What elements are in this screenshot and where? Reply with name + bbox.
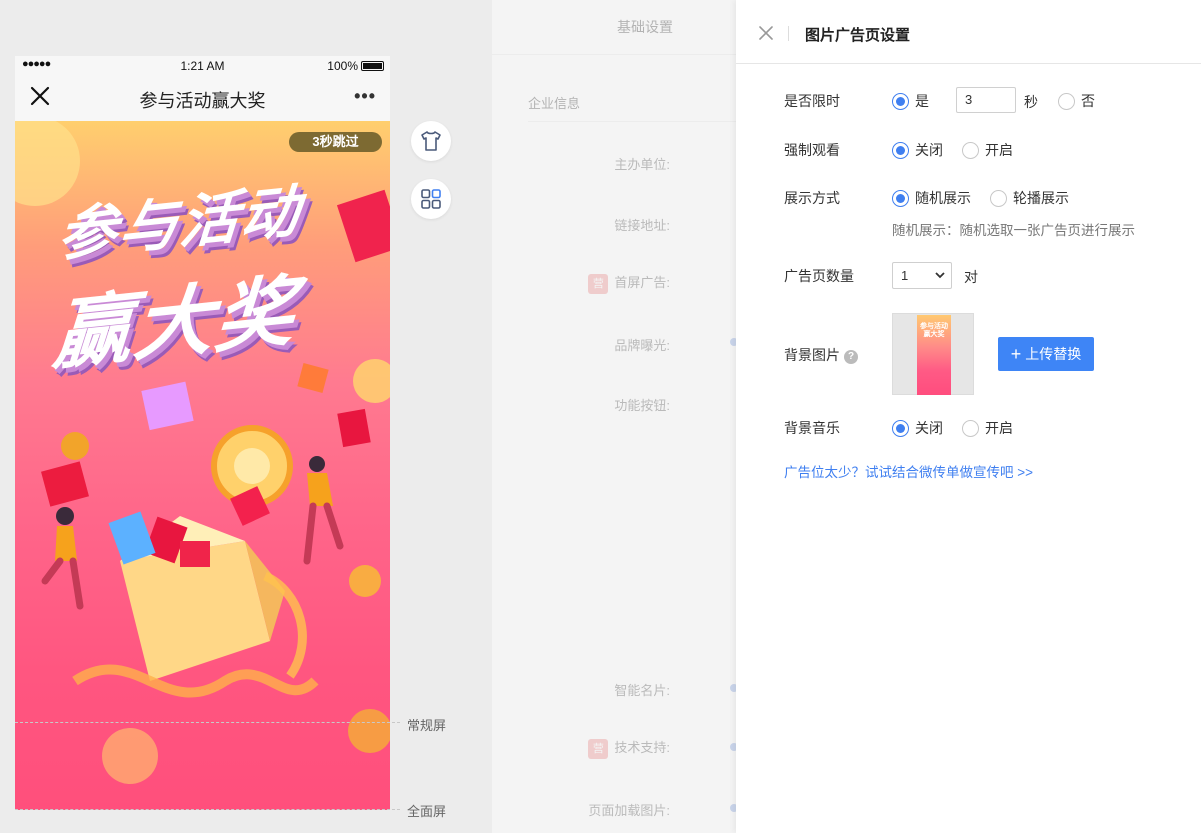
display-random-radio[interactable]: 随机展示 <box>892 188 971 208</box>
form-row-organizer: 主办单位: <box>614 157 670 172</box>
background-thumbnail[interactable]: 参与活动 赢大奖 <box>892 313 974 395</box>
time-limit-yes-radio[interactable]: 是 <box>892 91 929 111</box>
phone-nav-bar: 参与活动赢大奖 ••• <box>15 76 390 121</box>
force-view-off-radio[interactable]: 关闭 <box>892 140 943 160</box>
components-button[interactable] <box>411 179 451 219</box>
form-row-smart-card: 智能名片: <box>614 683 670 698</box>
panel-title: 图片广告页设置 <box>805 27 911 44</box>
plus-icon: + <box>1010 344 1022 364</box>
time-limit-no-radio[interactable]: 否 <box>1058 91 1095 111</box>
header-divider <box>788 26 789 41</box>
chevron-down-icon <box>935 272 945 279</box>
image-ad-settings-panel: 图片广告页设置 是否限时 是 3 秒 否 强制观看 关闭 开启 展示方式 随机展… <box>736 0 1201 833</box>
ad-count-unit: 对 <box>964 269 978 285</box>
help-icon[interactable]: ? <box>844 350 858 364</box>
more-icon[interactable]: ••• <box>354 86 376 107</box>
seconds-input[interactable]: 3 <box>956 87 1016 113</box>
radio-unchecked-icon <box>990 189 1007 207</box>
background-image-label: 背景图片? <box>784 345 858 365</box>
phone-page-title: 参与活动赢大奖 <box>139 91 266 111</box>
ad-count-select[interactable]: 1 <box>892 262 952 289</box>
radio-unchecked-icon <box>962 141 979 159</box>
close-icon[interactable] <box>758 25 774 41</box>
section-company-info: 企业信息 <box>528 96 581 111</box>
battery-icon <box>361 61 384 71</box>
battery-percent: 100% <box>327 59 358 73</box>
theme-button[interactable] <box>411 121 451 161</box>
background-music-label: 背景音乐 <box>784 420 840 436</box>
force-view-label: 强制观看 <box>784 142 840 158</box>
force-view-on-radio[interactable]: 开启 <box>962 140 1013 160</box>
time-limit-label: 是否限时 <box>784 93 840 109</box>
thumbnail-text: 参与活动 赢大奖 <box>920 323 948 338</box>
vip-badge: 营 <box>588 738 609 759</box>
full-screen-guide <box>15 809 400 810</box>
display-mode-hint: 随机展示：随机选取一张广告页进行展示 <box>892 223 1135 238</box>
form-row-loading-image: 页面加载图片: <box>588 803 670 818</box>
section-divider <box>528 121 752 122</box>
music-off-radio[interactable]: 关闭 <box>892 418 943 438</box>
grid-icon <box>421 189 441 209</box>
skip-button[interactable]: 3秒跳过 <box>289 132 382 152</box>
form-row-brand: 品牌曝光: <box>614 338 670 353</box>
radio-unchecked-icon <box>1058 92 1075 110</box>
promo-link[interactable]: 广告位太少？试试结合微传单做宣传吧 >> <box>784 461 1033 481</box>
vip-badge: 营 <box>588 273 609 294</box>
radio-checked-icon <box>892 189 909 207</box>
seconds-unit: 秒 <box>1024 94 1038 110</box>
basic-settings-form: 基础设置 企业信息 主办单位: 链接地址: 营首屏广告: 品牌曝光: 功能按钮:… <box>492 0 752 833</box>
upload-replace-button[interactable]: + 上传替换 <box>998 337 1094 371</box>
display-mode-label: 展示方式 <box>784 190 840 206</box>
display-carousel-radio[interactable]: 轮播展示 <box>990 188 1069 208</box>
phone-status-bar: ●●●●● 1:21 AM 100% <box>15 56 390 76</box>
shirt-icon <box>421 131 441 151</box>
radio-checked-icon <box>892 419 909 437</box>
normal-screen-label: 常规屏 <box>407 718 447 733</box>
normal-screen-guide <box>15 722 400 723</box>
phone-preview: ●●●●● 1:21 AM 100% 参与活动赢大奖 ••• 3秒跳过 参与活动… <box>15 56 390 810</box>
full-screen-label: 全面屏 <box>407 804 447 819</box>
radio-checked-icon <box>892 92 909 110</box>
form-row-tech-support: 营技术支持: <box>588 737 670 759</box>
form-row-function-button: 功能按钮: <box>614 398 670 413</box>
radio-checked-icon <box>892 141 909 159</box>
panel-header: 图片广告页设置 <box>736 0 1201 64</box>
tab-basic-settings[interactable]: 基础设置 <box>492 0 752 55</box>
music-on-radio[interactable]: 开启 <box>962 418 1013 438</box>
ad-count-label: 广告页数量 <box>784 268 854 284</box>
ad-poster: 3秒跳过 参与活动 赢大奖 <box>15 121 390 810</box>
ad-count-value: 1 <box>901 268 909 283</box>
form-row-first-ad: 营首屏广告: <box>588 272 670 294</box>
radio-unchecked-icon <box>962 419 979 437</box>
thumbnail-image: 参与活动 赢大奖 <box>917 315 951 395</box>
form-row-link: 链接地址: <box>614 218 670 233</box>
